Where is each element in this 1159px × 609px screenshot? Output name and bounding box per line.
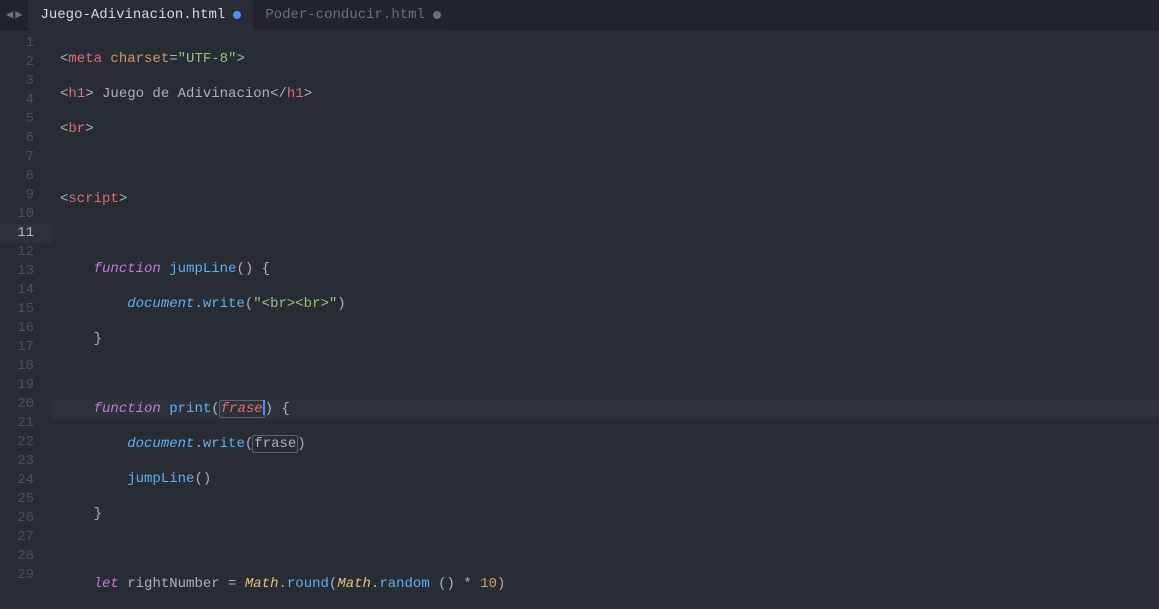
line-number: 15 — [0, 300, 52, 319]
line-number: 21 — [0, 414, 52, 433]
line-number: 27 — [0, 528, 52, 547]
code-line[interactable]: <script> — [52, 190, 1159, 209]
line-number: 8 — [0, 167, 52, 186]
code-line[interactable]: document.write(frase) — [52, 435, 1159, 454]
code-line[interactable] — [52, 225, 1159, 244]
line-number: 12 — [0, 243, 52, 262]
code-line[interactable]: } — [52, 330, 1159, 349]
line-number: 24 — [0, 471, 52, 490]
line-gutter: 1 2 3 4 5 6 7 8 9 10 11 12 13 14 15 16 1… — [0, 30, 52, 609]
line-number: 5 — [0, 110, 52, 129]
line-number: 17 — [0, 338, 52, 357]
code-line[interactable]: <br> — [52, 120, 1159, 139]
tab-poder-conducir[interactable]: Poder-conducir.html — [253, 0, 453, 30]
code-line[interactable]: <meta charset="UTF-8"> — [52, 50, 1159, 69]
line-number: 7 — [0, 148, 52, 167]
code-line[interactable]: jumpLine() — [52, 470, 1159, 489]
tab-juego-adivinacion[interactable]: Juego-Adivinacion.html — [28, 0, 253, 30]
line-number: 19 — [0, 376, 52, 395]
line-number: 28 — [0, 547, 52, 566]
line-number: 14 — [0, 281, 52, 300]
code-line[interactable]: function jumpLine() { — [52, 260, 1159, 279]
line-number: 1 — [0, 34, 52, 53]
code-line[interactable] — [52, 540, 1159, 559]
line-number: 23 — [0, 452, 52, 471]
code-line[interactable] — [52, 365, 1159, 384]
line-number: 3 — [0, 72, 52, 91]
modified-dot-icon — [233, 11, 241, 19]
nav-forward-icon[interactable]: ▶ — [15, 7, 22, 22]
nav-arrows: ◀ ▶ — [0, 7, 28, 22]
selection-highlight: frase — [252, 435, 298, 453]
tab-label: Poder-conducir.html — [265, 7, 425, 23]
line-number: 6 — [0, 129, 52, 148]
line-number: 16 — [0, 319, 52, 338]
code-line[interactable]: } — [52, 505, 1159, 524]
code-area[interactable]: <meta charset="UTF-8"> <h1> Juego de Adi… — [52, 30, 1159, 609]
line-number: 20 — [0, 395, 52, 414]
selection-highlight: frase — [219, 400, 265, 418]
line-number: 29 — [0, 566, 52, 585]
modified-dot-icon — [433, 11, 441, 19]
line-number: 9 — [0, 186, 52, 205]
code-line[interactable]: <h1> Juego de Adivinacion</h1> — [52, 85, 1159, 104]
line-number: 25 — [0, 490, 52, 509]
tab-label: Juego-Adivinacion.html — [40, 7, 225, 23]
nav-back-icon[interactable]: ◀ — [6, 7, 13, 22]
line-number: 10 — [0, 205, 52, 224]
editor: 1 2 3 4 5 6 7 8 9 10 11 12 13 14 15 16 1… — [0, 30, 1159, 609]
code-line[interactable] — [52, 155, 1159, 174]
line-number: 4 — [0, 91, 52, 110]
code-line[interactable]: document.write("<br><br>") — [52, 295, 1159, 314]
tab-bar: ◀ ▶ Juego-Adivinacion.html Poder-conduci… — [0, 0, 1159, 30]
line-number: 13 — [0, 262, 52, 281]
line-number: 18 — [0, 357, 52, 376]
line-number: 26 — [0, 509, 52, 528]
code-line[interactable]: let rightNumber = Math.round(Math.random… — [52, 575, 1159, 594]
code-line[interactable]: function print(frase) { — [52, 400, 1159, 419]
line-number: 2 — [0, 53, 52, 72]
line-number: 22 — [0, 433, 52, 452]
line-number: 11 — [0, 224, 52, 243]
